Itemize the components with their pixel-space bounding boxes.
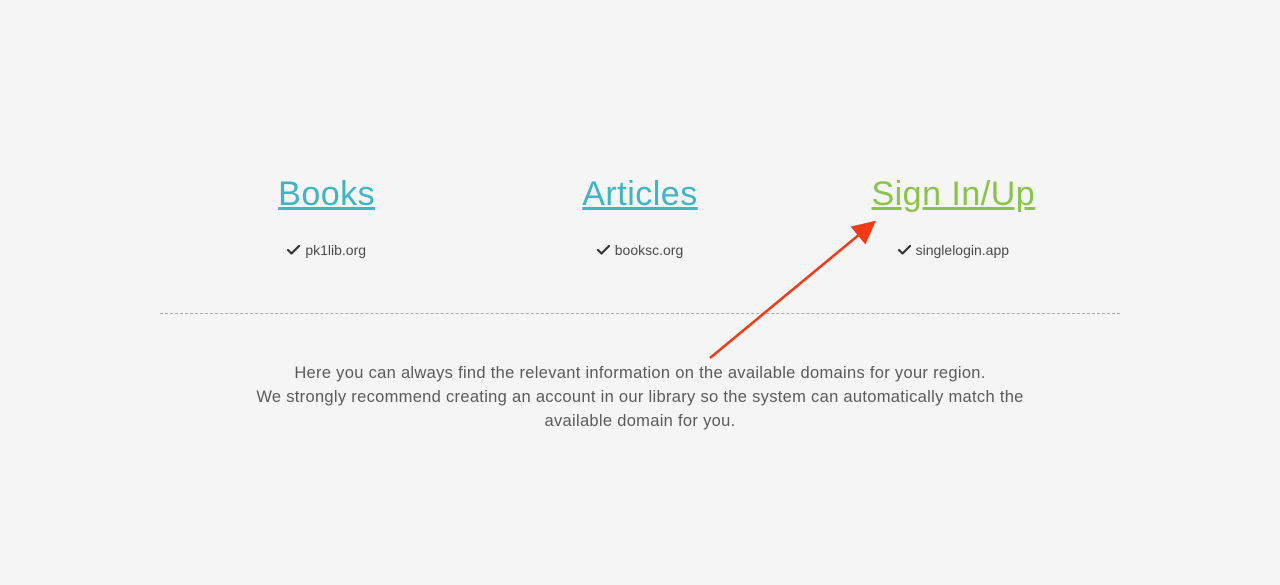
category-row: Books pk1lib.org Articles booksc.org Sig… xyxy=(160,175,1120,258)
page-container: Books pk1lib.org Articles booksc.org Sig… xyxy=(160,0,1120,434)
check-icon xyxy=(597,245,610,255)
description-text: Here you can always find the relevant in… xyxy=(160,362,1120,434)
signin-domain-line: singlelogin.app xyxy=(797,242,1110,258)
check-icon xyxy=(898,245,911,255)
category-signin: Sign In/Up singlelogin.app xyxy=(797,175,1110,258)
check-icon xyxy=(287,245,300,255)
articles-domain-text: booksc.org xyxy=(615,242,683,258)
description-line-2: We strongly recommend creating an accoun… xyxy=(160,386,1120,410)
books-domain-text: pk1lib.org xyxy=(305,242,366,258)
signin-domain-text: singlelogin.app xyxy=(916,242,1009,258)
articles-domain-line: booksc.org xyxy=(483,242,796,258)
description-line-3: available domain for you. xyxy=(160,410,1120,434)
signin-link[interactable]: Sign In/Up xyxy=(871,175,1035,214)
section-divider xyxy=(160,313,1120,314)
category-articles: Articles booksc.org xyxy=(483,175,796,258)
category-books: Books pk1lib.org xyxy=(170,175,483,258)
articles-link[interactable]: Articles xyxy=(582,175,697,214)
description-line-1: Here you can always find the relevant in… xyxy=(160,362,1120,386)
books-domain-line: pk1lib.org xyxy=(170,242,483,258)
books-link[interactable]: Books xyxy=(278,175,375,214)
